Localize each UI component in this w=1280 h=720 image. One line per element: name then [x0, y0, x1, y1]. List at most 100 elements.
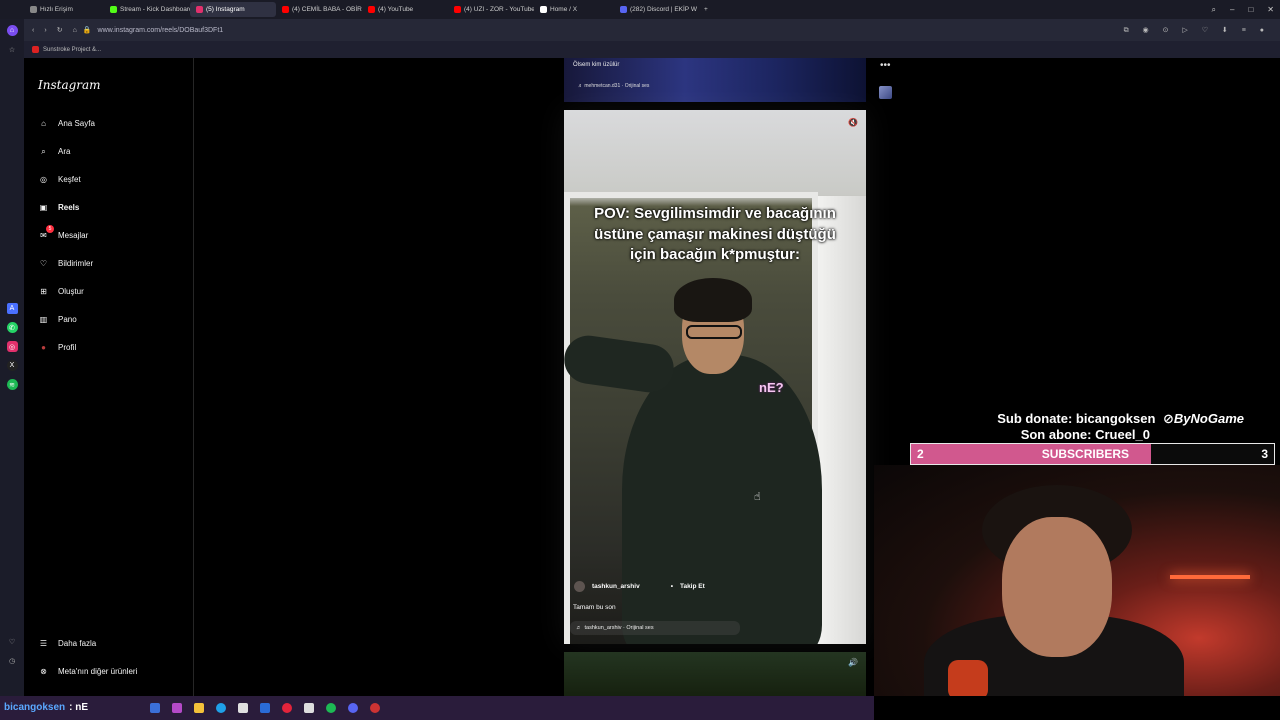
previous-reel-audio[interactable]: ♬ mehmetcan.d31 · Orijinal ses [578, 83, 649, 89]
opera-home-icon[interactable]: ⌂ [6, 25, 18, 36]
app-icon[interactable] [260, 703, 270, 713]
subscriber-goal-bar: 2 SUBSCRIBERS 3 [910, 443, 1275, 465]
bookmarks-bar: Sunstroke Project &... [24, 41, 1280, 58]
instagram-logo[interactable]: Instagram [38, 78, 101, 92]
microphone [948, 660, 988, 696]
author-username[interactable]: tashkun_arshiv [592, 583, 640, 590]
audio-thumbnail[interactable] [879, 86, 892, 99]
nav-label: Ana Sayfa [58, 119, 95, 128]
x-icon[interactable]: X [6, 360, 18, 371]
notification-badge: 5 [46, 225, 54, 233]
bookmark-item[interactable]: Sunstroke Project &... [43, 47, 101, 53]
obs-icon[interactable] [370, 703, 380, 713]
tab-favicon-icon [282, 6, 289, 13]
nav-item-search[interactable]: ⌕ Ara [38, 146, 70, 157]
person-body [622, 355, 822, 644]
address-bar: ‹ › ↻ ⌂ 🔒 www.instagram.com/reels/DOBauf… [24, 19, 1280, 41]
browser-tab[interactable]: (282) Discord | EKİP W [614, 2, 700, 17]
browser-tab-bar: Hızlı Erişim Stream - Kick Dashboard (5) I… [0, 0, 1280, 19]
author-avatar[interactable] [574, 581, 585, 592]
window-controls: ⌕ – □ ✕ [1212, 0, 1274, 19]
reel-caption: Tamam bu son [573, 604, 616, 611]
tab-label: (4) UZI - ZOR - YouTube [464, 6, 534, 13]
minimize-icon[interactable]: – [1230, 5, 1234, 14]
home-icon[interactable]: ⌂ [73, 27, 77, 34]
nav-item-reels[interactable]: ▣ Reels [38, 202, 80, 213]
search-icon[interactable]: ⌕ [1212, 5, 1216, 15]
nav-item-compass[interactable]: ◎ Keşfet [38, 174, 81, 185]
nav-item-heart[interactable]: ♡ Bildirimler [38, 258, 93, 269]
previous-reel[interactable]: Ölsem kim üzülür ♬ mehmetcan.d31 · Oriji… [564, 58, 866, 102]
browser-tab[interactable]: (4) YouTube [362, 2, 448, 17]
reel-audio-text: tashkun_arshiv · Orijinal ses [584, 625, 654, 631]
home-icon: ⌂ [41, 119, 46, 128]
toolbar-icons[interactable]: ⧉ ◉ ⊙ ▷ ♡ ⬇ ≡ ● [1124, 26, 1270, 35]
maximize-icon[interactable]: □ [1248, 5, 1253, 14]
close-icon[interactable]: ✕ [1267, 5, 1274, 14]
heart-icon: ♡ [39, 259, 48, 268]
tab-label: (5) Instagram [206, 6, 245, 13]
task-view-icon[interactable] [150, 703, 160, 713]
tab-favicon-icon [196, 6, 203, 13]
store-icon[interactable] [238, 703, 248, 713]
last-sub-text: Son abone: Crueel_0 [1020, 427, 1150, 442]
mute-icon[interactable]: 🔇 [848, 118, 858, 128]
nav-label: Reels [58, 203, 80, 212]
url-field[interactable]: 🔒 www.instagram.com/reels/DOBauf3DFt1 [83, 22, 1124, 38]
discord-icon[interactable] [348, 703, 358, 713]
nav-label: Profil [58, 343, 77, 352]
chat-message: bicangoksen : nE [4, 702, 88, 713]
subs-current: 2 [917, 447, 924, 461]
tab-favicon-icon [110, 6, 117, 13]
nav-meta-products[interactable]: ⊗ Meta'nın diğer ürünleri [38, 666, 137, 677]
history-icon[interactable]: ◷ [7, 655, 18, 666]
reload-icon[interactable]: ↻ [57, 26, 63, 34]
browser-tab[interactable]: (4) UZI - ZOR - YouTube [448, 2, 534, 17]
notepad-icon[interactable] [304, 703, 314, 713]
browser-tab[interactable]: Stream - Kick Dashboard [104, 2, 190, 17]
bynogame-logo: ⊘ByNoGame [1163, 411, 1244, 426]
meta-icon: ⊗ [40, 667, 47, 676]
more-options-icon[interactable]: ••• [880, 60, 891, 71]
file-explorer-icon[interactable] [194, 703, 204, 713]
compass-icon: ◎ [40, 175, 47, 184]
nav-item-home[interactable]: ⌂ Ana Sayfa [38, 118, 95, 129]
browser-tab[interactable]: (4) CEMİL BABA - OBİR STİ [276, 2, 362, 17]
nav-item-profile[interactable]: ● Profil [38, 342, 76, 353]
star-icon[interactable]: ☆ [7, 44, 18, 55]
reel-audio[interactable]: ♬ tashkun_arshiv · Orijinal ses [570, 621, 740, 635]
nav-more[interactable]: ☰ Daha fazla [38, 638, 96, 649]
search-icon: ⌕ [41, 146, 46, 156]
aria-icon[interactable]: A [6, 303, 18, 314]
tab-favicon-icon [368, 6, 375, 13]
spotify-icon[interactable]: ≋ [6, 379, 18, 390]
windows-taskbar [0, 696, 874, 720]
nav-item-messenger[interactable]: ✉ 5 Mesajlar [38, 225, 88, 241]
current-reel-video[interactable]: POV: Sevgilimsimdir ve bacağının üstüne … [564, 110, 866, 644]
browser-tab[interactable]: Home / X [534, 2, 614, 17]
app-icon[interactable] [172, 703, 182, 713]
chat-username: bicangoksen [4, 702, 66, 713]
next-reel[interactable]: 🔊 [564, 652, 866, 696]
follow-button[interactable]: Takip Et [680, 583, 705, 590]
opera-icon[interactable] [282, 703, 292, 713]
spotify-icon[interactable] [326, 703, 336, 713]
forward-icon[interactable]: › [44, 27, 46, 34]
whatsapp-icon[interactable]: ✆ [6, 322, 18, 333]
previous-reel-caption: Ölsem kim üzülür [573, 62, 620, 68]
nav-meta-label: Meta'nın diğer ürünleri [58, 667, 138, 676]
new-tab-button[interactable]: + [704, 6, 708, 13]
back-icon[interactable]: ‹ [32, 27, 34, 34]
nav-item-create[interactable]: ⊞ Oluştur [38, 286, 84, 297]
instagram-icon[interactable]: ◎ [6, 341, 18, 352]
dashboard-icon: ▥ [39, 315, 48, 324]
heart-icon[interactable]: ♡ [7, 636, 18, 647]
browser-tab[interactable]: Hızlı Erişim [24, 2, 104, 17]
mute-icon[interactable]: 🔊 [848, 658, 858, 667]
youtube-icon [32, 46, 39, 53]
led-strip [1170, 575, 1250, 579]
browser-tab[interactable]: (5) Instagram [190, 2, 276, 17]
edge-icon[interactable] [216, 703, 226, 713]
nav-item-dashboard[interactable]: ▥ Pano [38, 314, 77, 325]
url-text: www.instagram.com/reels/DOBauf3DFt1 [97, 26, 224, 34]
